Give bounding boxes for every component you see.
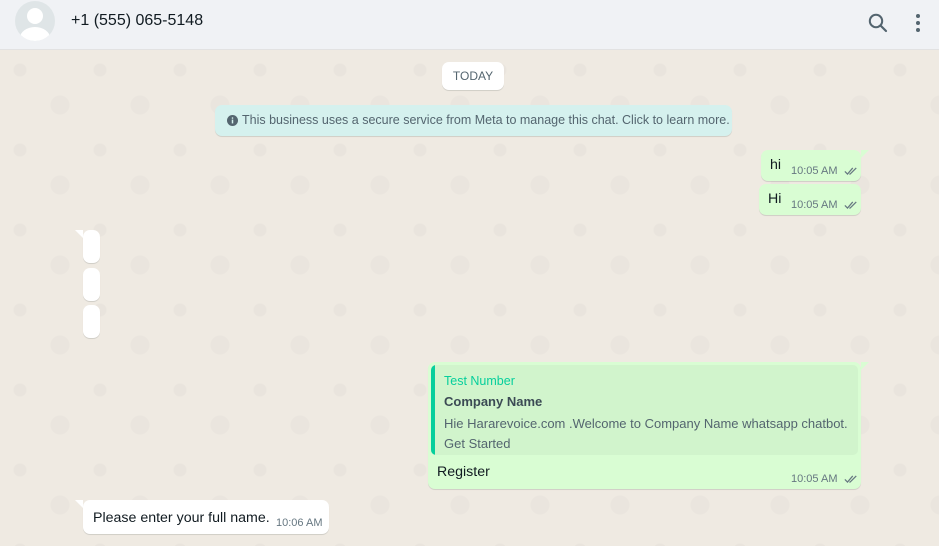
chat-area[interactable]: TODAY This business uses a secure servic… [0,50,939,546]
contact-name[interactable]: +1 (555) 065-5148 [71,12,203,30]
quote-author: Test Number [444,374,515,388]
more-vertical-icon[interactable] [906,11,930,35]
date-chip: TODAY [442,62,504,90]
quote-title: Company Name [444,394,543,409]
message-meta: 10:05 AM [791,199,858,211]
quote-accent-bar [431,365,435,455]
message-bubble-incoming-empty[interactable] [83,268,100,301]
message-meta: 10:05 AM [791,165,858,177]
message-bubble-incoming-empty[interactable] [83,305,100,338]
message-text: hi [770,157,782,173]
message-time: 10:05 AM [791,473,838,485]
double-check-icon [843,167,857,175]
double-check-icon [843,475,857,483]
quote-body: Hie Hararevoice.com .Welcome to Company … [444,416,848,451]
message-text: Hi [768,191,782,207]
message-bubble-incoming[interactable]: Please enter your full name. 10:06 AM [83,500,329,534]
message-bubble-outgoing-reply[interactable]: Test Number Company Name Hie Hararevoice… [428,362,869,489]
incoming-tail [75,230,83,238]
info-icon [227,115,238,126]
incoming-tail [75,500,83,508]
message-bubble-outgoing[interactable]: Hi 10:05 AM [759,184,861,215]
encryption-notice[interactable]: This business uses a secure service from… [215,105,732,136]
message-time: 10:06 AM [276,517,323,529]
chat-header: +1 (555) 065-5148 [0,0,939,50]
message-meta: 10:05 AM [791,473,858,485]
message-time: 10:05 AM [791,165,838,177]
encryption-notice-text: This business uses a secure service from… [242,113,730,127]
quoted-message[interactable]: Test Number Company Name Hie Hararevoice… [431,365,858,455]
search-icon[interactable] [866,11,890,35]
contact-avatar[interactable] [15,1,55,41]
message-time: 10:05 AM [791,199,838,211]
message-text: Register [437,464,490,480]
message-bubble-outgoing[interactable]: hi 10:05 AM [761,150,869,181]
message-text: Please enter your full name. [93,510,270,526]
message-bubble-incoming-empty[interactable] [83,230,100,263]
double-check-icon [843,201,857,209]
